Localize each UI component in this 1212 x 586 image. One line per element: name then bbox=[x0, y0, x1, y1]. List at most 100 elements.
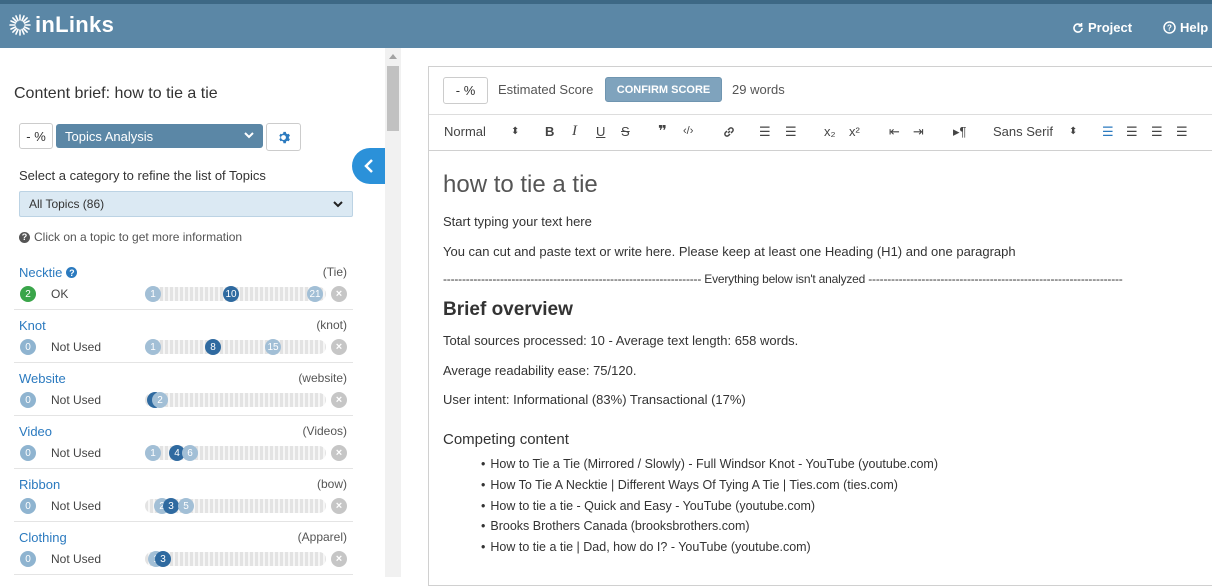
align-right-icon[interactable]: ☰ bbox=[1151, 124, 1163, 140]
range-max-marker: 2 bbox=[152, 392, 168, 408]
category-select[interactable]: All Topics (86) bbox=[19, 191, 353, 217]
heading-select-arrows-icon[interactable]: ⬍ bbox=[511, 126, 519, 137]
topic-row[interactable]: Necktie? (Tie) 2 OK 1 10 21 × bbox=[14, 257, 353, 310]
font-select-arrows-icon[interactable]: ⬍ bbox=[1069, 126, 1077, 137]
link-icon[interactable] bbox=[722, 125, 736, 139]
competing-heading: Competing content bbox=[443, 431, 569, 448]
bullet-list-icon[interactable]: ☰ bbox=[785, 124, 797, 140]
remove-topic-icon[interactable]: × bbox=[331, 339, 347, 355]
analysis-separator: ----------------------------------------… bbox=[443, 272, 1123, 286]
topic-row[interactable]: Website (website) 0 Not Used 2 × bbox=[14, 363, 353, 416]
analysis-select[interactable]: Topics Analysis bbox=[56, 124, 263, 148]
blockquote-icon[interactable]: ❞ bbox=[658, 122, 667, 140]
remove-topic-icon[interactable]: × bbox=[331, 551, 347, 567]
topic-alias: (knot) bbox=[316, 318, 347, 332]
document-title: how to tie a tie bbox=[443, 171, 598, 198]
competing-item: How to Tie a Tie (Mirrored / Slowly) - F… bbox=[481, 457, 938, 478]
topic-row[interactable]: Ribbon (bow) 0 Not Used 2 3 5 × bbox=[14, 469, 353, 522]
range-max-marker: 21 bbox=[307, 286, 323, 302]
paragraph: You can cut and paste text or write here… bbox=[443, 244, 1016, 259]
align-left-icon[interactable]: ☰ bbox=[1102, 124, 1114, 140]
range-min-marker: 1 bbox=[145, 339, 161, 355]
align-center-icon[interactable]: ☰ bbox=[1126, 124, 1138, 140]
left-panel-scrollbar[interactable] bbox=[385, 48, 401, 577]
usage-range-track: 1 4 6 bbox=[145, 445, 326, 461]
topic-name[interactable]: Website bbox=[19, 371, 66, 386]
topic-hint-text: Click on a topic to get more information bbox=[34, 230, 243, 244]
subscript-icon[interactable]: x₂ bbox=[824, 124, 836, 139]
underline-icon[interactable]: U bbox=[596, 124, 605, 139]
svg-text:?: ? bbox=[1167, 24, 1172, 33]
logo-text: inLinks bbox=[35, 12, 115, 37]
usage-count-badge: 0 bbox=[20, 445, 36, 461]
collapse-panel-button[interactable] bbox=[352, 148, 385, 184]
usage-count-badge: 0 bbox=[20, 498, 36, 514]
usage-range-track: 1 10 21 bbox=[145, 286, 326, 302]
topic-name[interactable]: Video bbox=[19, 424, 52, 439]
overview-stat: Total sources processed: 10 - Average te… bbox=[443, 333, 799, 348]
range-max-marker: 15 bbox=[265, 339, 281, 355]
align-justify-icon[interactable]: ☰ bbox=[1176, 124, 1188, 140]
brief-title: Content brief: how to tie a tie bbox=[14, 85, 218, 102]
superscript-icon[interactable]: x² bbox=[849, 124, 860, 139]
topic-row[interactable]: Clothing (Apparel) 0 Not Used 1 3 × bbox=[14, 522, 353, 575]
usage-status: Not Used bbox=[51, 446, 102, 460]
help-label: Help bbox=[1180, 20, 1209, 35]
overview-heading: Brief overview bbox=[443, 299, 573, 320]
paragraph: Start typing your text here bbox=[443, 214, 592, 229]
topic-name[interactable]: Knot bbox=[19, 318, 46, 333]
editor-score-pct[interactable]: - % bbox=[443, 77, 488, 104]
app-logo[interactable]: inLinks bbox=[8, 12, 114, 38]
topic-name[interactable]: Clothing bbox=[19, 530, 67, 545]
range-max-marker: 5 bbox=[178, 498, 194, 514]
info-icon[interactable]: ? bbox=[66, 267, 78, 278]
text-direction-icon[interactable]: ▸¶ bbox=[953, 124, 967, 140]
usage-status: Not Used bbox=[51, 340, 102, 354]
topic-name[interactable]: Necktie? bbox=[19, 265, 78, 280]
remove-topic-icon[interactable]: × bbox=[331, 392, 347, 408]
topic-alias: (bow) bbox=[316, 477, 347, 491]
topic-row[interactable]: Video (Videos) 0 Not Used 1 4 6 × bbox=[14, 416, 353, 469]
usage-range-track: 1 3 bbox=[145, 551, 326, 567]
content-brief-panel: Content brief: how to tie a tie - % Topi… bbox=[0, 48, 385, 577]
scroll-up-arrow-icon[interactable] bbox=[389, 54, 397, 59]
analysis-select-value: Topics Analysis bbox=[65, 128, 154, 144]
topic-hint: ? Click on a topic to get more informati… bbox=[19, 230, 242, 244]
refresh-icon bbox=[1073, 22, 1083, 33]
code-icon[interactable]: ‹/› bbox=[683, 125, 693, 137]
usage-range-track: 1 8 15 bbox=[145, 339, 326, 355]
topic-alias: (Apparel) bbox=[297, 530, 347, 544]
font-select[interactable]: Sans Serif bbox=[993, 124, 1053, 139]
usage-count-badge: 0 bbox=[20, 551, 36, 567]
refine-label: Select a category to refine the list of … bbox=[19, 168, 266, 183]
bold-icon[interactable]: B bbox=[545, 124, 554, 139]
strikethrough-icon[interactable]: S bbox=[621, 124, 630, 139]
competing-item: How To Tie A Necktie | Different Ways Of… bbox=[481, 478, 938, 499]
usage-status: Not Used bbox=[51, 499, 102, 513]
help-link[interactable]: ? Help bbox=[1163, 20, 1208, 35]
italic-icon[interactable]: I bbox=[572, 123, 577, 140]
heading-select[interactable]: Normal bbox=[444, 124, 486, 139]
topic-name[interactable]: Ribbon bbox=[19, 477, 60, 492]
editor-panel: - % Estimated Score CONFIRM SCORE 29 wor… bbox=[428, 66, 1212, 586]
score-pct-button[interactable]: - % bbox=[19, 123, 53, 149]
remove-topic-icon[interactable]: × bbox=[331, 286, 347, 302]
usage-status: OK bbox=[51, 287, 69, 301]
scrollbar-thumb[interactable] bbox=[387, 66, 399, 131]
settings-button[interactable] bbox=[266, 123, 301, 151]
ordered-list-icon[interactable]: ☰ bbox=[759, 124, 771, 140]
overview-stat: User intent: Informational (83%) Transac… bbox=[443, 392, 746, 407]
project-label: Project bbox=[1088, 20, 1133, 35]
outdent-icon[interactable]: ⇤ bbox=[889, 124, 900, 140]
remove-topic-icon[interactable]: × bbox=[331, 498, 347, 514]
project-link[interactable]: Project bbox=[1072, 20, 1132, 35]
usage-range-track: 2 3 5 bbox=[145, 498, 326, 514]
indent-icon[interactable]: ⇥ bbox=[913, 124, 924, 140]
chevron-down-icon bbox=[244, 132, 254, 139]
word-count: 29 words bbox=[732, 82, 785, 97]
competing-item: How to tie a tie - Quick and Easy - YouT… bbox=[481, 499, 938, 520]
remove-topic-icon[interactable]: × bbox=[331, 445, 347, 461]
range-avg-marker: 8 bbox=[205, 339, 221, 355]
confirm-score-button[interactable]: CONFIRM SCORE bbox=[605, 77, 722, 102]
topic-row[interactable]: Knot (knot) 0 Not Used 1 8 15 × bbox=[14, 310, 353, 363]
